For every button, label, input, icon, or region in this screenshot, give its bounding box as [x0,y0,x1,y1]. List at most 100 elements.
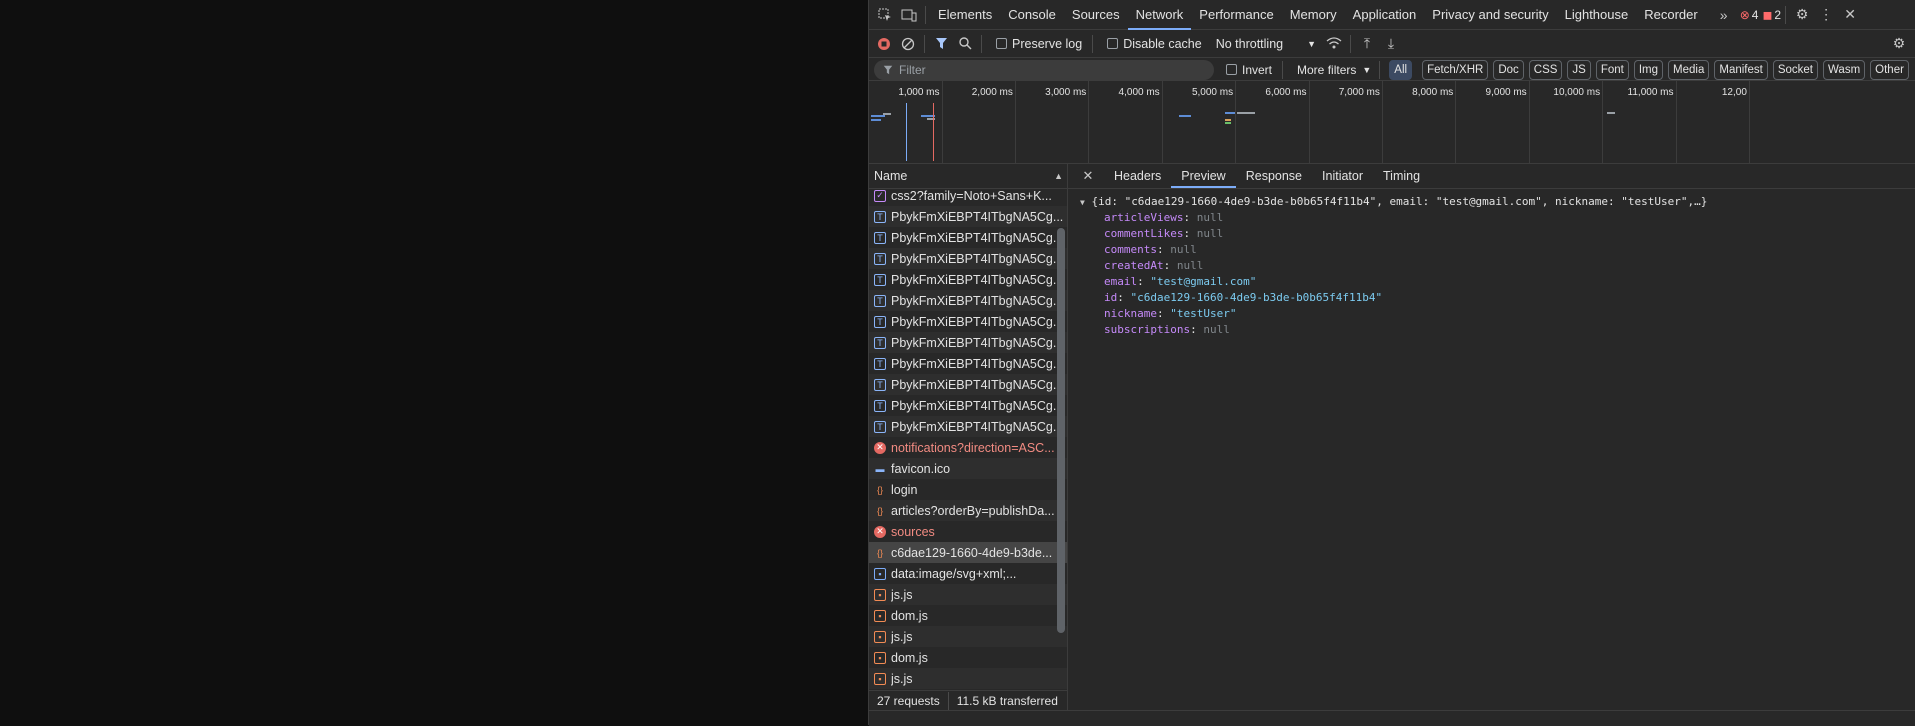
more-options-icon[interactable]: ⋮ [1814,3,1838,27]
detail-tab-response[interactable]: Response [1236,164,1312,188]
json-field[interactable]: nickname: "testUser" [1068,306,1915,322]
checkbox-box[interactable] [1226,64,1237,75]
request-row[interactable]: ▬ favicon.ico [869,458,1067,479]
checkbox-box[interactable] [1107,38,1119,49]
tab-memory[interactable]: Memory [1282,0,1345,30]
request-row[interactable]: T PbykFmXiEBPT4ITbgNA5Cg... [869,311,1067,332]
request-row[interactable]: ▪ js.js [869,626,1067,647]
filter-type-fetchxhr[interactable]: Fetch/XHR [1422,59,1489,80]
export-har-icon[interactable]: ⤓ [1379,32,1403,56]
filter-input[interactable]: Filter [874,59,1214,80]
tab-privacy-and-security[interactable]: Privacy and security [1424,0,1556,30]
filter-type-img[interactable]: Img [1633,59,1664,80]
request-name: sources [891,524,935,539]
record-stop-icon[interactable] [872,32,896,56]
request-row[interactable]: T PbykFmXiEBPT4ITbgNA5Cg... [869,416,1067,437]
request-row[interactable]: T PbykFmXiEBPT4ITbgNA5Cg... [869,290,1067,311]
filter-type-media[interactable]: Media [1668,59,1710,80]
request-row[interactable]: T PbykFmXiEBPT4ITbgNA5Cg... [869,353,1067,374]
request-list-scrollbar[interactable] [1057,198,1065,633]
json-field[interactable]: createdAt: null [1068,258,1915,274]
close-icon[interactable]: ✕ [1838,3,1862,27]
inspect-element-icon[interactable] [873,3,897,27]
throttling-select[interactable]: No throttling ▼ [1216,37,1316,51]
request-name: PbykFmXiEBPT4ITbgNA5Cg... [891,356,1064,371]
network-settings-gear-icon[interactable]: ⚙ [1887,32,1911,56]
tab-performance[interactable]: Performance [1191,0,1281,30]
filter-type-manifest[interactable]: Manifest [1714,59,1768,80]
json-field[interactable]: subscriptions: null [1068,322,1915,338]
timeline-gridline [1235,81,1237,163]
request-name: notifications?direction=ASC... [891,440,1055,455]
close-detail-icon[interactable]: ✕ [1076,164,1100,188]
request-row[interactable]: T PbykFmXiEBPT4ITbgNA5Cg... [869,248,1067,269]
request-row[interactable]: ▪ data:image/svg+xml;... [869,563,1067,584]
request-row[interactable]: T PbykFmXiEBPT4ITbgNA5Cg... [869,206,1067,227]
more-filters-dropdown[interactable]: More filters ▼ [1297,63,1371,77]
json-value: null [1170,243,1197,256]
invert-checkbox[interactable]: Invert [1226,63,1272,77]
request-row[interactable]: T PbykFmXiEBPT4ITbgNA5Cg... [869,227,1067,248]
scrollbar-thumb[interactable] [1057,228,1065,633]
json-field[interactable]: id: "c6dae129-1660-4de9-b3de-b0b65f4f11b… [1068,290,1915,306]
filter-type-other[interactable]: Other [1870,59,1909,80]
search-icon[interactable] [953,32,977,56]
request-row[interactable]: {} c6dae129-1660-4de9-b3de... [869,542,1067,563]
filter-type-font[interactable]: Font [1595,59,1629,80]
tab-application[interactable]: Application [1345,0,1425,30]
json-value: null [1196,211,1224,224]
network-conditions-icon[interactable] [1322,32,1346,56]
tab-console[interactable]: Console [1000,0,1064,30]
request-row[interactable]: T PbykFmXiEBPT4ITbgNA5Cg... [869,374,1067,395]
json-field[interactable]: articleViews: null [1068,210,1915,226]
tab-sources[interactable]: Sources [1064,0,1128,30]
request-row[interactable]: {} login [869,479,1067,500]
filter-type-css[interactable]: CSS [1528,59,1563,80]
json-colon: : [1156,307,1171,320]
request-row[interactable]: ▪ dom.js [869,605,1067,626]
detail-tab-preview[interactable]: Preview [1171,164,1236,188]
request-row[interactable]: T PbykFmXiEBPT4ITbgNA5Cg... [869,395,1067,416]
json-field[interactable]: comments: null [1068,242,1915,258]
request-row[interactable]: ✕ sources [869,521,1067,542]
json-field[interactable]: commentLikes: null [1068,226,1915,242]
request-row[interactable]: ✓ css2?family=Noto+Sans+K... [869,185,1067,206]
expand-triangle-icon[interactable]: ▼ [1080,198,1085,207]
error-badge[interactable]: ⊗ 4 [1740,8,1759,22]
request-name: favicon.ico [891,461,951,476]
clear-icon[interactable] [896,32,920,56]
tab-recorder[interactable]: Recorder [1636,0,1705,30]
filter-funnel-icon[interactable] [929,32,953,56]
request-row[interactable]: ▪ js.js [869,668,1067,689]
tab-network[interactable]: Network [1127,0,1192,30]
json-colon: : [1137,275,1151,288]
request-row[interactable]: ▪ dom.js [869,647,1067,668]
request-row[interactable]: T PbykFmXiEBPT4ITbgNA5Cg... [869,269,1067,290]
network-overview-timeline[interactable]: 1,000 ms 2,000 ms 3,000 ms 4,000 ms 5,000 ms… [869,81,1915,164]
filter-type-js[interactable]: JS [1567,59,1591,80]
tab-elements[interactable]: Elements [930,0,1000,30]
filter-type-doc[interactable]: Doc [1493,59,1524,80]
json-root-summary[interactable]: ▼ {id: "c6dae129-1660-4de9-b3de-b0b65f4f… [1068,194,1915,210]
json-field[interactable]: email: "test@gmail.com" [1068,274,1915,290]
request-row[interactable]: ▪ js.js [869,584,1067,605]
more-tabs-icon[interactable]: » [1712,3,1736,27]
device-toolbar-icon[interactable] [897,3,921,27]
disable-cache-checkbox[interactable]: Disable cache [1107,37,1202,51]
filter-type-wasm[interactable]: Wasm [1823,59,1866,80]
request-row[interactable]: {} articles?orderBy=publishDa... [869,500,1067,521]
warning-badge[interactable]: ◼ 2 [1762,8,1781,22]
import-har-icon[interactable]: ⤒ [1355,32,1379,56]
preserve-log-checkbox[interactable]: Preserve log [996,37,1082,51]
request-row[interactable]: ✕ notifications?direction=ASC... [869,437,1067,458]
request-row[interactable]: T PbykFmXiEBPT4ITbgNA5Cg... [869,332,1067,353]
checkbox-box[interactable] [996,38,1007,49]
filter-type-all[interactable]: All [1389,59,1413,80]
tab-lighthouse[interactable]: Lighthouse [1557,0,1637,30]
detail-tab-headers[interactable]: Headers [1104,164,1171,188]
detail-tab-timing[interactable]: Timing [1373,164,1430,188]
timeline-tick-label: 9,000 ms [1485,87,1527,98]
settings-gear-icon[interactable]: ⚙ [1790,3,1814,27]
detail-tab-initiator[interactable]: Initiator [1312,164,1373,188]
filter-type-socket[interactable]: Socket [1772,59,1818,80]
